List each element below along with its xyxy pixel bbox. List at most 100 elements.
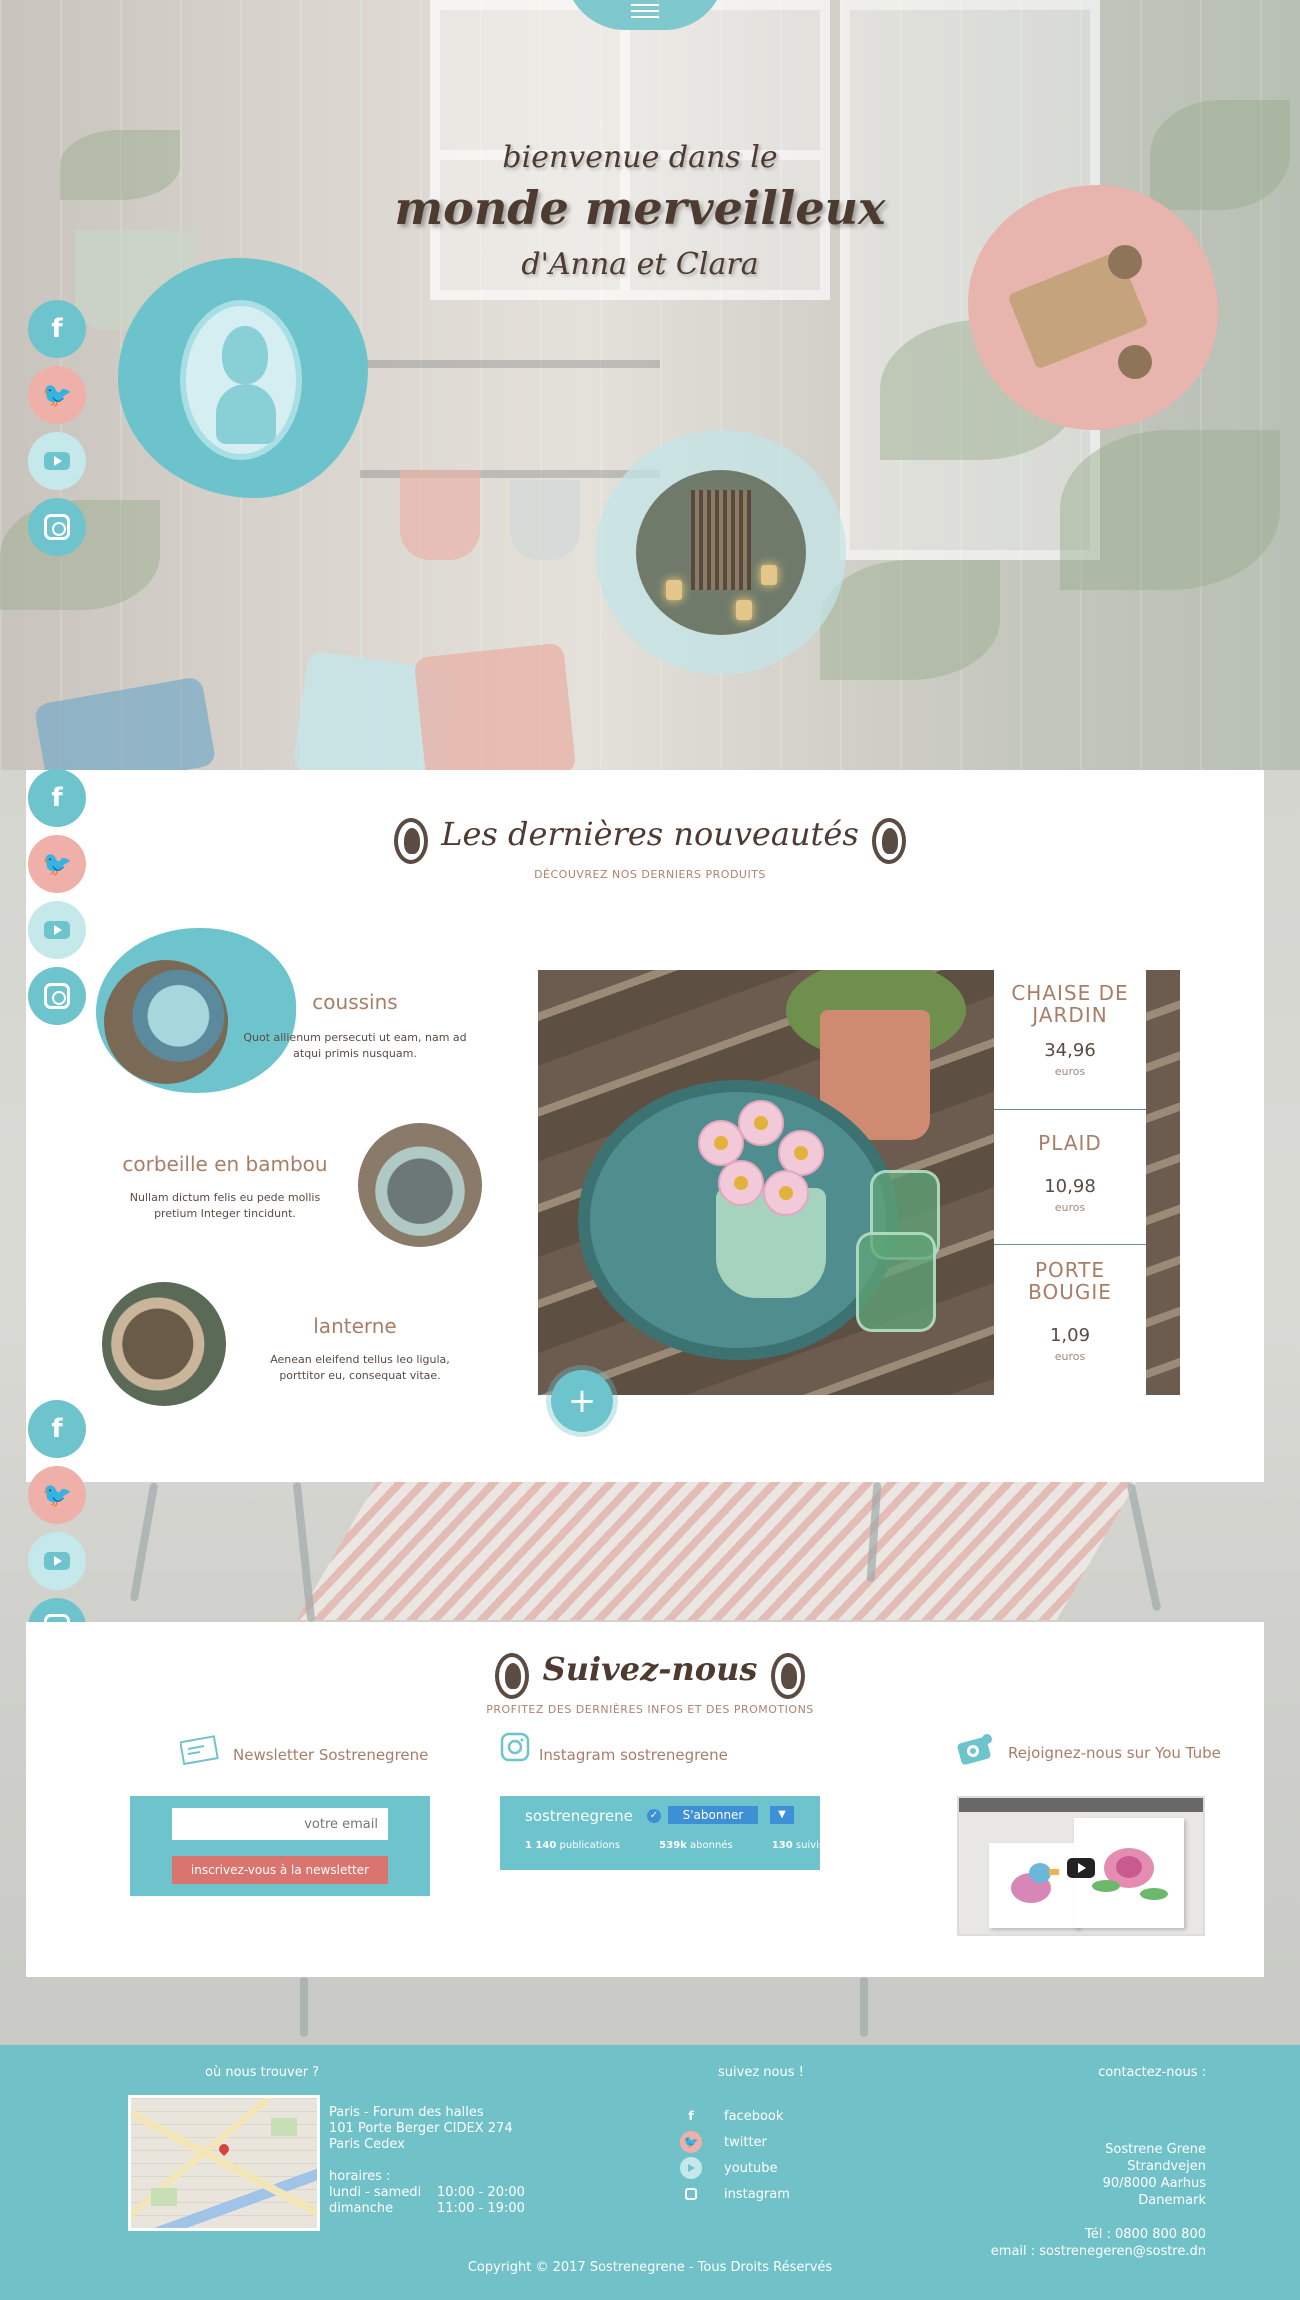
footer-link-instagram[interactable]: instagram — [680, 2181, 790, 2207]
newsletter-subscribe-button[interactable]: inscrivez-vous à la newsletter — [172, 1856, 388, 1884]
location-map[interactable] — [128, 2095, 320, 2231]
product-image-basket[interactable] — [358, 1123, 482, 1247]
product-image-cushions[interactable] — [104, 960, 228, 1084]
video-title-bar — [959, 1798, 1203, 1812]
contact-line: Strandvejen — [1127, 2159, 1206, 2174]
verified-icon: ✓ — [647, 1809, 661, 1823]
instagram-dropdown-button[interactable]: ▼ — [770, 1806, 794, 1824]
toy-wheel — [1118, 345, 1152, 379]
lantern-badge — [596, 430, 846, 675]
twitter-icon: 🐦 — [680, 2131, 702, 2153]
newsletter-form: inscrivez-vous à la newsletter — [130, 1796, 430, 1896]
twitter-icon[interactable]: 🐦 — [28, 366, 86, 424]
youtube-icon[interactable] — [28, 901, 86, 959]
product-name[interactable]: coussins — [280, 990, 430, 1014]
address-line: Paris - Forum des halles — [329, 2105, 484, 2120]
background-pot — [400, 470, 480, 560]
following-count: 130 — [771, 1840, 793, 1851]
price-unit: euros — [1054, 1065, 1086, 1078]
more-products-button[interactable]: + — [551, 1370, 613, 1432]
price-list: CHAISE DE JARDIN 34,96 euros PLAID 10,98… — [994, 970, 1146, 1395]
youtube-title: Rejoignez-nous sur You Tube — [1008, 1744, 1221, 1762]
posts-count: 1 140 — [525, 1840, 557, 1851]
footer-social-links: f facebook 🐦 twitter youtube instagram — [680, 2103, 790, 2207]
instagram-title: Instagram sostrenegrene — [539, 1746, 728, 1764]
youtube-video[interactable] — [957, 1796, 1205, 1936]
footer-link-youtube[interactable]: youtube — [680, 2155, 790, 2181]
following-label: suivis — [795, 1840, 825, 1851]
footer-link-facebook[interactable]: f facebook — [680, 2103, 790, 2129]
featured-product-image — [538, 970, 994, 1395]
price-value: 34,96 — [1044, 1040, 1096, 1061]
copyright: Copyright © 2017 Sostrenegrene - Tous Dr… — [467, 2260, 833, 2275]
cameo-icon — [871, 817, 906, 864]
product-name[interactable]: corbeille en bambou — [115, 1152, 335, 1176]
background-rug — [296, 1470, 1144, 1620]
hero-title-line3: d'Anna et Clara — [521, 247, 759, 282]
instagram-icon[interactable] — [28, 967, 86, 1025]
hours-day: lundi - samedi — [329, 2185, 422, 2200]
footer: où nous trouver ? Paris - Forum des hall… — [0, 2045, 1300, 2300]
footer-follow-title: suivez nous ! — [718, 2065, 804, 2080]
wooden-toy-badge — [968, 185, 1218, 430]
background-leaf — [60, 130, 180, 200]
twitter-icon[interactable]: 🐦 — [28, 1466, 86, 1524]
contact-email[interactable]: email : sostrenegeren@sostre.dn — [991, 2243, 1206, 2260]
price-card[interactable]: PLAID 10,98 euros — [994, 1110, 1146, 1245]
cameo-icon — [394, 817, 429, 864]
youtube-icon[interactable] — [28, 432, 86, 490]
price-card[interactable]: PORTE BOUGIE 1,09 euros — [994, 1245, 1146, 1395]
youtube-icon — [680, 2157, 702, 2179]
newsletter-email-input[interactable] — [172, 1808, 388, 1840]
hero-title-line1: bienvenue dans le — [502, 140, 778, 175]
featured-image-edge — [1146, 970, 1180, 1395]
instagram-subscribe-button[interactable]: S'abonner — [668, 1806, 758, 1824]
instagram-stats: 1 140 publications 539k abonnés 130 suiv… — [525, 1840, 860, 1851]
play-icon[interactable] — [1067, 1858, 1095, 1878]
cameo-icon — [495, 1652, 530, 1699]
hours-title: horaires : — [329, 2169, 391, 2184]
facebook-icon[interactable]: f — [28, 1400, 86, 1458]
instagram-username[interactable]: sostrenegrene — [525, 1807, 633, 1825]
background-leaf — [1150, 100, 1290, 210]
facebook-icon[interactable]: f — [28, 300, 86, 358]
section-subtitle: PROFITEZ DES DERNIÈRES INFOS ET DES PROM… — [486, 1702, 814, 1716]
footer-link-label: twitter — [724, 2134, 767, 2150]
contact-phone[interactable]: Tél : 0800 800 800 — [991, 2226, 1206, 2243]
envelope-icon — [180, 1735, 219, 1765]
video-camera-icon — [957, 1734, 992, 1765]
footer-contact-title: contactez-nous : — [1098, 2065, 1206, 2080]
follow-header: Suivez-nous PROFITEZ DES DERNIÈRES INFOS… — [0, 1650, 1300, 1716]
footer-link-label: instagram — [724, 2186, 790, 2202]
hamburger-icon — [631, 4, 659, 18]
price-name: PLAID — [1038, 1131, 1102, 1155]
price-unit: euros — [1054, 1350, 1086, 1363]
youtube-icon[interactable] — [28, 1532, 86, 1590]
contact-line: Sostrene Grene — [1105, 2142, 1206, 2157]
footer-link-twitter[interactable]: 🐦 twitter — [680, 2129, 790, 2155]
product-name[interactable]: lanterne — [280, 1314, 430, 1338]
price-name: PORTE BOUGIE — [1028, 1258, 1112, 1304]
hours-day: dimanche — [329, 2201, 394, 2216]
product-image-lantern[interactable] — [102, 1282, 226, 1406]
page: bienvenue dans le monde merveilleux d'An… — [0, 0, 1300, 2300]
product-description: Aenean eleifend tellus leo ligula, portt… — [270, 1353, 450, 1382]
posts-label: publications — [559, 1840, 621, 1851]
price-card[interactable]: CHAISE DE JARDIN 34,96 euros — [994, 970, 1146, 1110]
contact-line: Danemark — [1138, 2193, 1206, 2208]
contact-line: 90/8000 Aarhus — [1102, 2176, 1206, 2191]
cameo-icon — [770, 1652, 805, 1699]
hero-title-line2: monde merveilleux — [394, 181, 886, 235]
instagram-widget: sostrenegrene ✓ S'abonner ▼ 1 140 public… — [500, 1796, 824, 1870]
social-bar: f 🐦 — [28, 300, 88, 564]
footer-contact: Sostrene Grene Strandvejen 90/8000 Aarhu… — [991, 2141, 1206, 2260]
hero-title: bienvenue dans le monde merveilleux d'An… — [380, 140, 900, 282]
product-description: Quot allienum persecuti ut eam, nam ad a… — [243, 1031, 467, 1060]
latest-header: Les dernières nouveautés DÉCOUVREZ NOS D… — [0, 815, 1300, 881]
address-line: Paris Cedex — [329, 2137, 405, 2152]
facebook-icon: f — [688, 2109, 694, 2123]
footer-hours: horaires : lundi - samedi 10:00 - 20:00 d… — [329, 2169, 525, 2217]
instagram-icon[interactable] — [28, 498, 86, 556]
video-thumbnail-canvas — [989, 1843, 1079, 1928]
newsletter-title: Newsletter Sostrenegrene — [233, 1746, 429, 1764]
